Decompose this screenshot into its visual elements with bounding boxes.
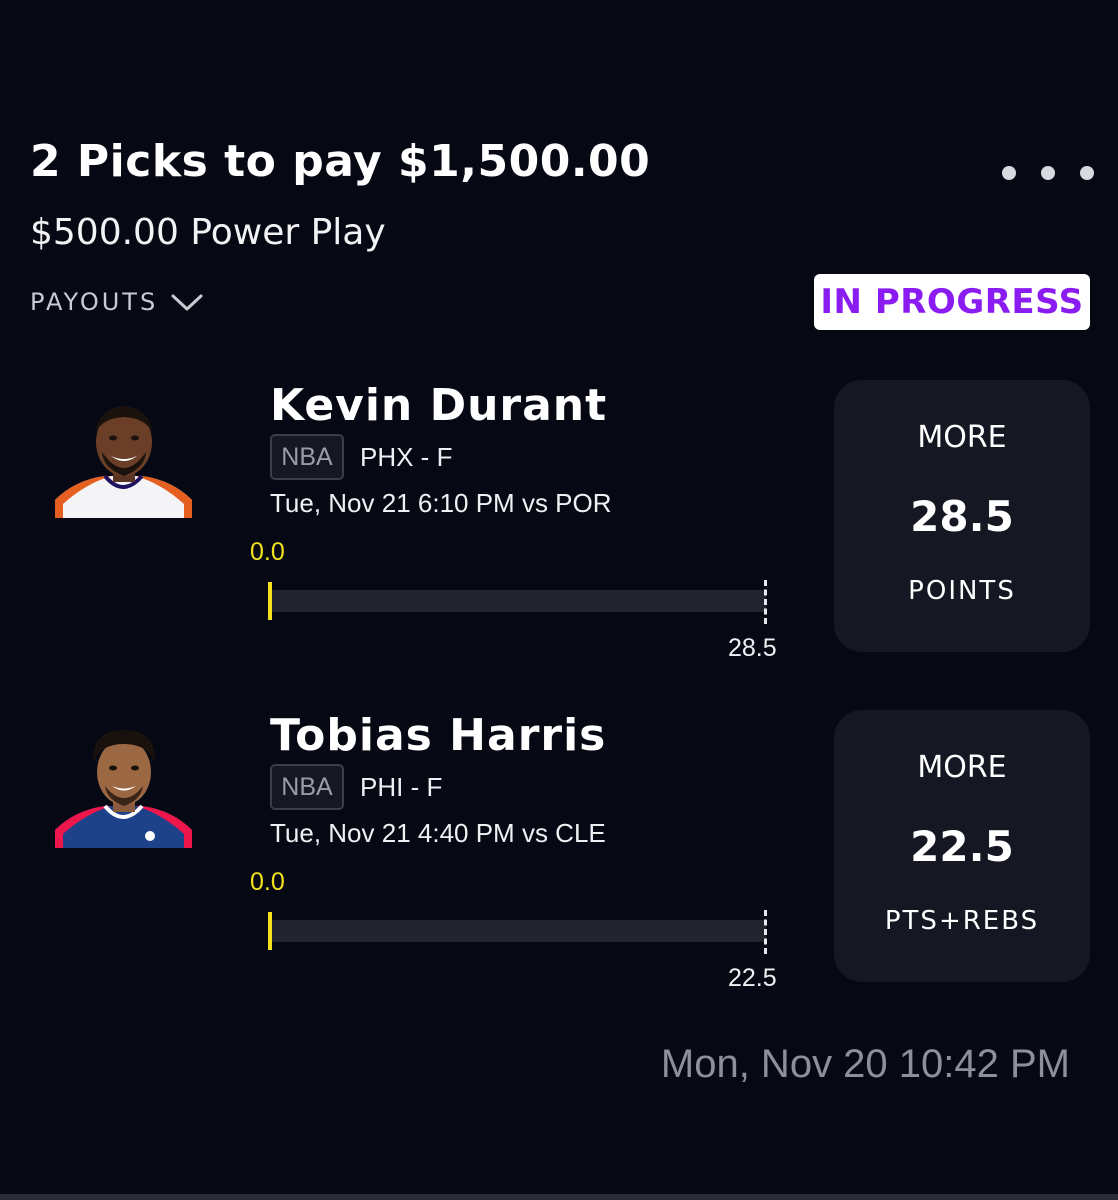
dot <box>1041 166 1055 180</box>
target-value: 22.5 <box>728 964 777 992</box>
target-line <box>764 580 767 624</box>
projection-direction: MORE <box>917 750 1007 785</box>
progress-marker <box>268 582 272 620</box>
pick-card: Tobias Harris NBA PHI - F Tue, Nov 21 4:… <box>0 710 1118 1010</box>
league-badge: NBA <box>270 434 344 480</box>
dot <box>1080 166 1094 180</box>
divider <box>0 1194 1118 1200</box>
projection-card[interactable]: MORE 22.5 PTS+REBS <box>834 710 1090 982</box>
game-time: Tue, Nov 21 4:40 PM vs CLE <box>270 818 606 848</box>
team-position: PHI - F <box>360 772 443 802</box>
target-value: 28.5 <box>728 634 777 662</box>
projection-stat: PTS+REBS <box>884 906 1040 936</box>
player-name: Tobias Harris <box>270 710 607 761</box>
progress-track <box>270 590 766 612</box>
game-time: Tue, Nov 21 6:10 PM vs POR <box>270 488 612 518</box>
entry-subtitle: $500.00 Power Play <box>30 212 386 253</box>
player-name: Kevin Durant <box>270 380 608 431</box>
team-position: PHX - F <box>360 442 453 472</box>
status-badge: IN PROGRESS <box>814 274 1090 330</box>
projection-card[interactable]: MORE 28.5 POINTS <box>834 380 1090 652</box>
entry-timestamp: Mon, Nov 20 10:42 PM <box>660 1042 1070 1086</box>
payouts-label: PAYOUTS <box>30 288 159 316</box>
lineup-screen: 2 Picks to pay $1,500.00 $500.00 Power P… <box>0 0 1118 1200</box>
projection-direction: MORE <box>917 420 1007 455</box>
more-options-icon[interactable] <box>1002 162 1094 184</box>
current-value: 0.0 <box>250 868 285 896</box>
current-value: 0.0 <box>250 538 285 566</box>
payouts-toggle[interactable]: PAYOUTS <box>30 288 204 316</box>
player-avatar <box>55 396 192 518</box>
projection-stat: POINTS <box>908 576 1016 606</box>
projection-line: 28.5 <box>910 492 1014 541</box>
status-label: IN PROGRESS <box>820 282 1084 322</box>
target-line <box>764 910 767 954</box>
progress-track <box>270 920 766 942</box>
progress-marker <box>268 912 272 950</box>
dot <box>1002 166 1016 180</box>
chevron-down-icon <box>170 291 204 313</box>
pick-card: Kevin Durant NBA PHX - F Tue, Nov 21 6:1… <box>0 380 1118 680</box>
league-badge: NBA <box>270 764 344 810</box>
projection-line: 22.5 <box>910 822 1014 871</box>
player-avatar <box>55 726 192 848</box>
page-title: 2 Picks to pay $1,500.00 <box>30 136 651 187</box>
